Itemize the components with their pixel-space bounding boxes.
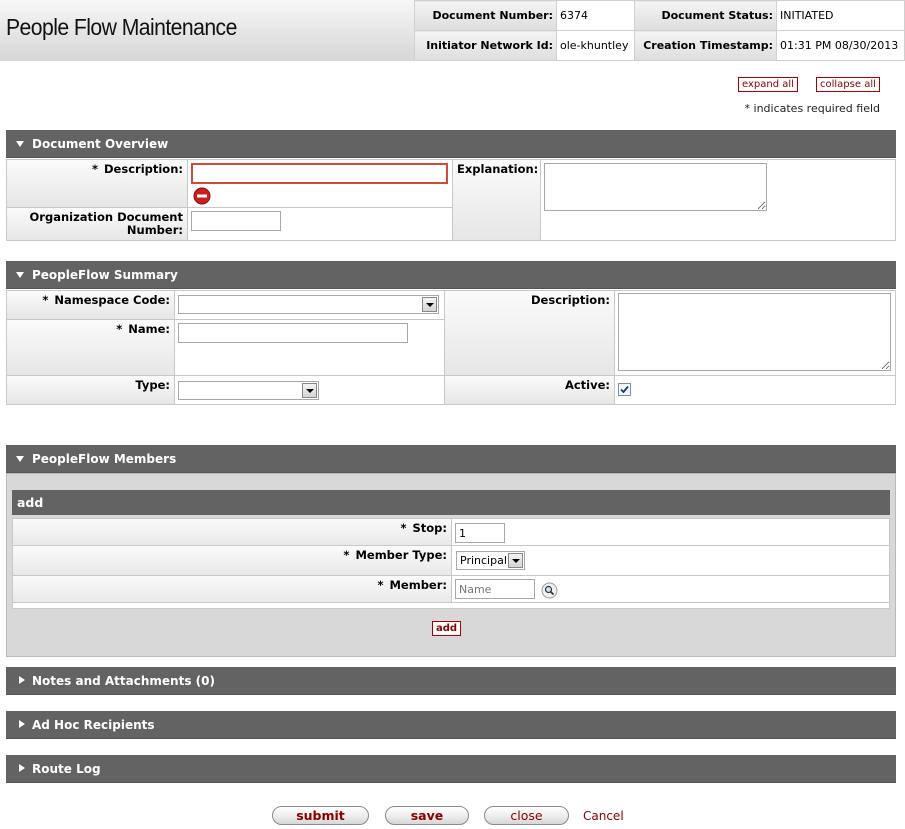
tab-peopleflow-members[interactable]: PeopleFlow Members — [6, 445, 896, 473]
page-title: People Flow Maintenance — [6, 14, 237, 40]
doc-number-label: Document Number: — [414, 0, 557, 31]
tab-peopleflow-summary[interactable]: PeopleFlow Summary — [6, 261, 896, 289]
close-button[interactable]: close — [484, 806, 569, 825]
member-type-label: Member Type: — [355, 548, 447, 562]
chevron-down-icon — [302, 383, 317, 398]
document-header-table: Document Number: 6374 Document Status: I… — [414, 0, 905, 61]
type-label: Type: — [135, 378, 170, 392]
expand-triangle-icon — [19, 764, 25, 772]
org-doc-number-input[interactable] — [191, 211, 281, 231]
add-member-header-label: add — [17, 495, 44, 510]
active-checkbox[interactable] — [618, 383, 631, 396]
save-button[interactable]: save — [385, 806, 469, 825]
summary-description-label-cell: Description: — [444, 290, 615, 376]
active-value-cell — [614, 375, 896, 405]
tab-document-overview-label: Document Overview — [32, 137, 169, 151]
tab-ad-hoc-recipients[interactable]: Ad Hoc Recipients — [6, 711, 896, 739]
doc-status-label: Document Status: — [634, 0, 777, 31]
tab-route-log[interactable]: Route Log — [6, 755, 896, 783]
explanation-label: Explanation: — [457, 162, 539, 176]
tab-document-overview[interactable]: Document Overview — [6, 130, 896, 158]
summary-description-label: Description: — [531, 293, 610, 307]
stop-label: Stop: — [412, 521, 447, 535]
chevron-down-icon — [422, 297, 437, 312]
members-spacer-row — [12, 602, 890, 609]
magnifier-lookup-icon[interactable] — [541, 582, 558, 599]
description-label-cell: * Description: — [6, 159, 188, 208]
member-label: Member: — [389, 578, 447, 592]
member-label-cell: * Member: — [12, 575, 452, 603]
doc-status-value: INITIATED — [776, 0, 905, 31]
namespace-label: Namespace Code: — [54, 293, 170, 307]
timestamp-value: 01:31 PM 08/30/2013 — [776, 30, 905, 61]
member-name-input[interactable] — [455, 579, 535, 599]
name-input[interactable] — [178, 323, 408, 343]
required-marker: * — [377, 578, 384, 592]
description-input[interactable] — [191, 163, 448, 184]
doc-number-value: 6374 — [556, 0, 635, 31]
description-label: Description: — [104, 162, 183, 176]
org-doc-number-label: Organization Document Number: — [29, 210, 183, 237]
active-label: Active: — [564, 378, 610, 392]
expand-triangle-icon — [19, 720, 25, 728]
member-type-label-cell: * Member Type: — [12, 545, 452, 576]
add-member-header: add — [12, 490, 890, 515]
stop-input[interactable] — [455, 523, 505, 543]
type-select[interactable] — [178, 381, 319, 400]
required-marker: * — [343, 548, 350, 562]
explanation-textarea[interactable] — [544, 163, 767, 211]
tab-notes-attachments[interactable]: Notes and Attachments (0) — [6, 667, 896, 695]
namespace-label-cell: * Namespace Code: — [6, 290, 175, 320]
name-label: Name: — [128, 322, 170, 336]
tab-peopleflow-members-label: PeopleFlow Members — [32, 452, 177, 466]
required-marker: * — [42, 293, 49, 307]
error-icon — [193, 187, 211, 205]
cancel-link[interactable]: Cancel — [583, 809, 624, 823]
collapse-all-button[interactable]: collapse all — [816, 77, 880, 92]
expand-triangle-icon — [19, 676, 25, 684]
required-marker: * — [116, 322, 123, 336]
collapse-triangle-icon — [16, 272, 24, 278]
required-marker: * — [400, 521, 407, 535]
submit-button[interactable]: submit — [272, 806, 369, 825]
type-label-cell: Type: — [6, 375, 175, 405]
required-field-note: * indicates required field — [744, 102, 880, 115]
tab-ad-hoc-recipients-label: Ad Hoc Recipients — [32, 718, 155, 732]
tab-notes-attachments-label: Notes and Attachments (0) — [32, 674, 215, 688]
summary-description-textarea[interactable] — [618, 293, 891, 371]
collapse-triangle-icon — [16, 456, 24, 462]
name-label-cell: * Name: — [6, 319, 175, 376]
chevron-down-icon — [508, 553, 523, 568]
initiator-value: ole-khuntley — [556, 30, 635, 61]
collapse-triangle-icon — [16, 141, 24, 147]
active-label-cell: Active: — [444, 375, 615, 405]
initiator-label: Initiator Network Id: — [414, 30, 557, 61]
member-type-select-value: Principal — [460, 554, 507, 567]
required-marker: * — [91, 162, 98, 176]
explanation-label-cell: Explanation: — [452, 159, 541, 241]
tab-peopleflow-summary-label: PeopleFlow Summary — [32, 268, 178, 282]
member-type-select[interactable]: Principal — [456, 551, 525, 570]
namespace-select[interactable] — [178, 295, 439, 314]
stop-label-cell: * Stop: — [12, 518, 452, 546]
tab-route-log-label: Route Log — [32, 762, 101, 776]
expand-all-button[interactable]: expand all — [738, 77, 798, 92]
add-member-button[interactable]: add — [432, 621, 462, 636]
timestamp-label: Creation Timestamp: — [634, 30, 777, 61]
stop-value-cell — [451, 518, 890, 546]
org-doc-number-label-cell: Organization Document Number: — [6, 207, 188, 241]
